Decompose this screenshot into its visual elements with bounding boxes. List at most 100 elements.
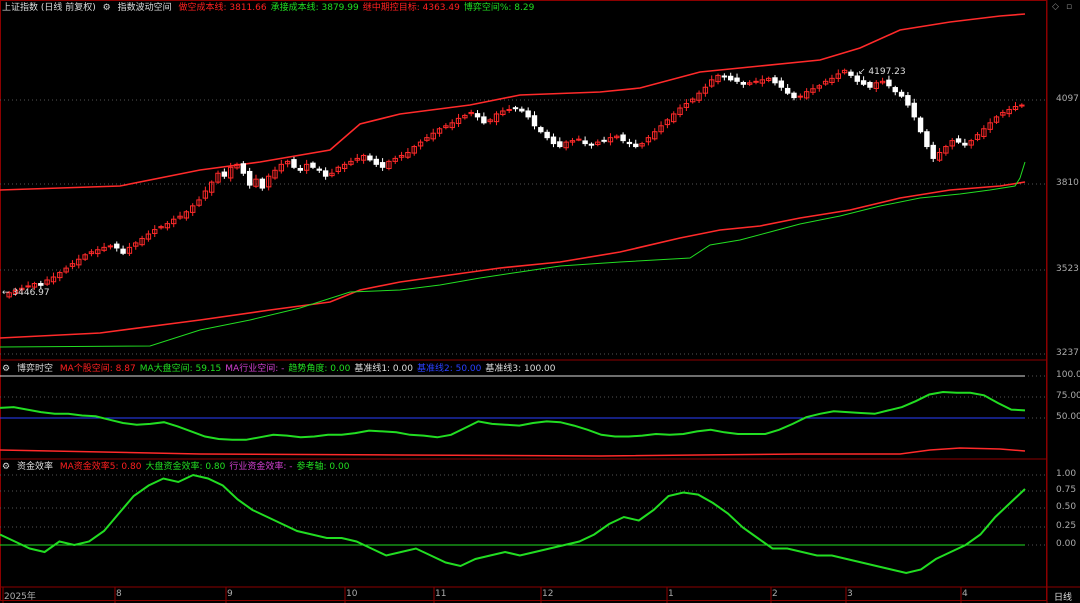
candle-body: [633, 143, 639, 148]
candle-body: [588, 143, 595, 146]
mid-red-line: [0, 447, 1026, 457]
candle-body: [506, 108, 512, 111]
indicator-name[interactable]: 指数波动空间: [118, 3, 172, 13]
candle-body: [531, 115, 538, 127]
candle-body: [962, 142, 968, 146]
candle-body: [474, 113, 481, 118]
mid-green-line: [0, 390, 1026, 441]
main-legend-item-3: 博弈空间%: 8.29: [463, 3, 535, 13]
candle-body: [620, 134, 626, 142]
candle-body: [778, 80, 785, 88]
candle-body: [784, 87, 791, 94]
candle-body: [955, 138, 962, 143]
candle-body: [544, 131, 550, 139]
candle-body: [898, 91, 905, 97]
expand-icon[interactable]: ◇: [1052, 2, 1059, 12]
period-label[interactable]: 日线: [1054, 590, 1072, 603]
candle-body: [297, 167, 304, 171]
candle-body: [259, 178, 266, 189]
main-panel-header: 上证指数 (日线 前复权) ⚙ 指数波动空间 做空成本线: 3811.66 承接成…: [2, 1, 542, 15]
price-axis-tick: 4097: [1056, 94, 1079, 104]
candle-body: [519, 108, 525, 112]
close-icon[interactable]: ▫: [1066, 2, 1072, 12]
candle-body: [316, 168, 322, 171]
mid-legend-item-6: 基准线3: 100.00: [485, 364, 556, 374]
low-legend-item-2: 行业资金效率: -: [229, 462, 293, 472]
main-legend-item-1: 承接成本线: 3879.99: [270, 3, 359, 13]
chart-canvas[interactable]: [0, 0, 1080, 603]
settings-icon[interactable]: ⚙: [103, 3, 111, 13]
mid-legend-item-5: 基准线2: 50.00: [416, 364, 482, 374]
candle-body: [246, 170, 253, 186]
candle-body: [626, 141, 633, 145]
candle-body: [107, 245, 114, 248]
candle-body: [905, 95, 911, 106]
candle-body: [310, 162, 316, 168]
candle-body: [1019, 104, 1025, 107]
mid-axis-tick: 100.00: [1056, 370, 1080, 380]
x-axis-tick: 12: [542, 589, 554, 599]
candle-body: [240, 163, 247, 174]
mid-axis-tick: 75.00: [1056, 391, 1080, 401]
candle-body: [557, 141, 563, 148]
x-axis-tick: 9: [227, 589, 233, 599]
x-axis-tick: 8: [116, 589, 122, 599]
candle-body: [753, 80, 759, 83]
candle-body: [379, 162, 386, 168]
low-axis-tick: 0.25: [1056, 521, 1077, 531]
settings-icon[interactable]: ⚙: [2, 462, 10, 472]
candle-body: [797, 95, 804, 98]
candle-body: [322, 170, 329, 177]
candle-body: [924, 131, 930, 148]
indicator-name[interactable]: 资金效率: [17, 462, 53, 472]
candle-body: [576, 138, 582, 141]
candle-body: [373, 158, 379, 165]
candle-body: [860, 80, 867, 85]
candle-body: [930, 144, 936, 159]
upper-band-line: [0, 13, 1026, 191]
settings-icon[interactable]: ⚙: [2, 364, 10, 374]
lower-band-line: [0, 181, 1026, 339]
indicator-name[interactable]: 博弈时空: [17, 364, 53, 374]
candle-body: [791, 92, 797, 99]
mid-legend-item-3: 趋势角度: 0.00: [288, 364, 351, 374]
candle-body: [721, 75, 728, 78]
low-green-line: [0, 473, 1026, 575]
mid-axis-tick: 50.00: [1056, 412, 1080, 422]
low-axis-tick: 0.00: [1056, 539, 1077, 549]
candle-body: [917, 117, 924, 133]
candle-body: [601, 139, 607, 142]
candle-body: [25, 285, 31, 288]
candle-body: [291, 159, 297, 168]
candle-body: [772, 77, 778, 84]
candle-body: [867, 82, 873, 88]
low-panel-header: ⚙ 资金效率 MA资金效率5: 0.80 大盘资金效率: 0.80 行业资金效率: …: [2, 460, 357, 474]
candle-body: [481, 116, 487, 124]
x-axis-tick: 10: [346, 589, 358, 599]
low-axis-tick: 0.75: [1056, 485, 1077, 495]
x-axis-tick: 4: [962, 589, 968, 599]
mid-legend-item-0: MA个股空间: 8.87: [59, 364, 136, 374]
x-axis-tick: 3: [847, 589, 853, 599]
low-legend-item-0: MA资金效率5: 0.80: [59, 462, 142, 472]
candle-body: [538, 127, 544, 133]
candle-body: [886, 79, 892, 87]
mid-legend-item-4: 基准线1: 0.00: [354, 364, 413, 374]
candle-body: [582, 140, 588, 145]
mid-legend-item-2: MA行业空间: -: [225, 364, 285, 374]
candle-body: [848, 71, 854, 76]
x-axis-tick: 11: [435, 589, 447, 599]
low-axis-tick: 1.00: [1056, 469, 1077, 479]
main-legend-item-2: 继中期控目标: 4363.49: [362, 3, 460, 13]
symbol-title[interactable]: 上证指数 (日线 前复权): [2, 3, 96, 13]
candle-body: [892, 87, 898, 93]
candle-body: [120, 248, 126, 254]
low-annotation: ← 3446.97: [2, 288, 50, 298]
price-axis-tick: 3237: [1056, 348, 1079, 358]
candle-body: [512, 107, 519, 110]
low-axis-tick: 0.50: [1056, 502, 1077, 512]
candle-body: [114, 243, 120, 249]
x-axis-tick: 2025年: [4, 592, 36, 602]
candle-body: [221, 171, 228, 177]
candle-body: [38, 283, 44, 286]
